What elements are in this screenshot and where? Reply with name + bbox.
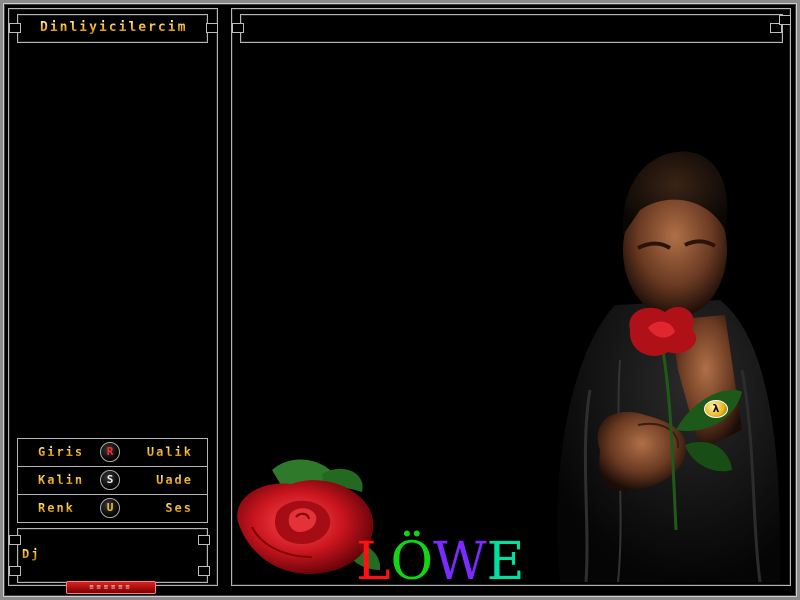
- decorative-portrait-image: [557, 151, 781, 582]
- menu-key-r-icon[interactable]: R: [100, 442, 120, 462]
- frame-bracket: [206, 23, 218, 33]
- listeners-header: Dinliyicilercim: [17, 14, 208, 43]
- status-tab[interactable]: ≡≡≡≡≡≡: [66, 581, 156, 594]
- listeners-title: Dinliyicilercim: [40, 20, 188, 35]
- frame-bracket: [198, 535, 210, 545]
- menu-button-ualik[interactable]: Ualik: [147, 445, 193, 459]
- frame-bracket: [779, 15, 791, 25]
- frame-bracket: [9, 535, 21, 545]
- menu-row-3: Renk U Ses: [17, 494, 208, 523]
- menu-button-kalin[interactable]: Kalin: [38, 473, 84, 487]
- logo-letter-2: Ö: [390, 532, 434, 592]
- frame-bracket: [9, 566, 21, 576]
- frame-bracket: [232, 23, 244, 33]
- lambda-badge-icon: λ: [704, 400, 728, 418]
- lowe-logo: LÖWE: [356, 536, 525, 588]
- menu-button-uade[interactable]: Uade: [156, 473, 193, 487]
- main-header-bar: [240, 14, 783, 43]
- menu-button-giris[interactable]: Giris: [38, 445, 84, 459]
- frame-bracket: [9, 23, 21, 33]
- logo-letter-4: E: [486, 532, 525, 592]
- menu-row-2: Kalin S Uade: [17, 466, 208, 495]
- listener-list[interactable]: [17, 48, 206, 430]
- menu-key-u-icon[interactable]: U: [100, 498, 120, 518]
- dj-label: Dj: [22, 547, 41, 561]
- menu-row-1: Giris R Ualik: [17, 438, 208, 467]
- chat-window: Dinliyicilercim λ Giris R Ualik Kalin S …: [0, 0, 800, 600]
- menu-button-renk[interactable]: Renk: [38, 501, 75, 515]
- logo-letter-3: W: [433, 532, 487, 592]
- frame-bracket: [198, 566, 210, 576]
- dj-box: Dj: [17, 528, 208, 583]
- menu-key-s-icon[interactable]: S: [100, 470, 120, 490]
- menu-button-ses[interactable]: Ses: [165, 501, 193, 515]
- logo-letter-1: L: [356, 532, 391, 592]
